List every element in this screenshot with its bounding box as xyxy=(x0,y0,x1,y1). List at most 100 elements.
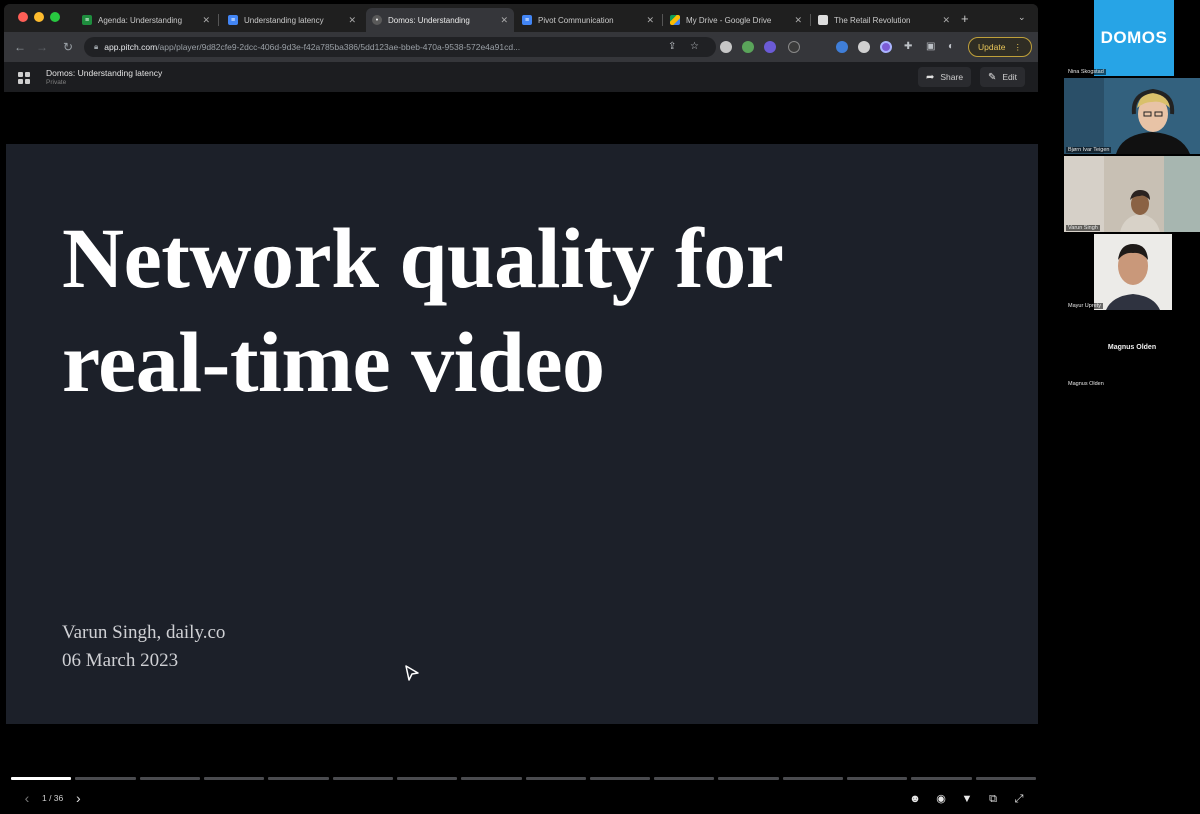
progress-segment[interactable] xyxy=(11,777,72,780)
next-slide-button[interactable]: › xyxy=(69,790,87,806)
speaker-notes-icon[interactable]: ▼ xyxy=(960,792,974,806)
picture-in-picture-icon[interactable]: ⧉ xyxy=(986,792,1000,806)
progress-segment[interactable] xyxy=(139,777,200,780)
participant-name: Magnus Olden xyxy=(1066,381,1106,387)
slide-progress-bar[interactable] xyxy=(11,777,1036,780)
slide-title: Network quality for real-time video xyxy=(62,206,962,414)
extension-icon[interactable] xyxy=(858,41,870,53)
extension-icon[interactable] xyxy=(742,41,754,53)
fullscreen-icon[interactable]: ⤢ xyxy=(1012,792,1026,806)
back-button[interactable]: ← xyxy=(12,39,28,55)
participant-tile[interactable]: DOMOS Nina Skogstad xyxy=(1064,0,1200,76)
progress-segment[interactable] xyxy=(203,777,265,780)
profile-avatar-icon[interactable] xyxy=(880,41,892,53)
tab-title: Understanding latency xyxy=(244,15,324,25)
video-call-panel: DOMOS Nina Skogstad Bjørn Ivar Teigen Va… xyxy=(1064,0,1200,390)
sheets-icon: ≡ xyxy=(82,15,92,25)
progress-segment[interactable] xyxy=(718,777,779,780)
comments-icon[interactable]: ◉ xyxy=(934,792,948,806)
close-icon[interactable]: ✕ xyxy=(646,15,654,26)
extension-icon[interactable] xyxy=(720,41,732,53)
slide-date: 06 March 2023 xyxy=(62,650,179,671)
participant-name: Bjørn Ivar Teigen xyxy=(1066,147,1112,153)
progress-segment[interactable] xyxy=(75,777,136,780)
close-window-button[interactable] xyxy=(18,12,28,22)
address-bar[interactable]: 🔒︎ app.pitch.com /app/player/9d82cfe9-2d… xyxy=(84,37,716,57)
tab-agenda[interactable]: ≡ Agenda: Understanding ✕ xyxy=(76,8,216,32)
tab-title: My Drive - Google Drive xyxy=(686,15,772,25)
tab-search-chevron-icon[interactable]: ⌄ xyxy=(1018,12,1026,23)
extension-icon[interactable] xyxy=(788,41,800,53)
extension-icon[interactable] xyxy=(764,41,776,53)
participant-center-label: Magnus Olden xyxy=(1107,344,1157,351)
progress-segment[interactable] xyxy=(911,777,972,780)
slide-author: Varun Singh, daily.co xyxy=(62,622,226,643)
progress-segment[interactable] xyxy=(332,777,393,780)
slide-title-line-2: real-time video xyxy=(62,314,605,410)
pencil-icon: ✎ xyxy=(988,71,997,83)
share-arrow-icon: ➦ xyxy=(926,71,935,83)
tab-separator xyxy=(218,14,219,26)
new-tab-button[interactable]: + xyxy=(961,11,969,26)
close-icon[interactable]: ✕ xyxy=(202,15,210,26)
reactions-icon[interactable]: ☻ xyxy=(908,792,922,806)
share-page-icon[interactable]: ⇪ xyxy=(668,41,676,52)
tab-understanding-latency[interactable]: ≡ Understanding latency ✕ xyxy=(222,8,362,32)
tab-domos-understanding[interactable]: • Domos: Understanding ✕ xyxy=(366,8,514,32)
progress-segment[interactable] xyxy=(268,777,329,780)
maximize-window-button[interactable] xyxy=(50,12,60,22)
tab-retail-revolution[interactable]: The Retail Revolution ✕ xyxy=(812,8,956,32)
reload-button[interactable]: ↻ xyxy=(60,39,76,55)
tab-my-drive[interactable]: My Drive - Google Drive ✕ xyxy=(664,8,808,32)
browser-window: ≡ Agenda: Understanding ✕ ≡ Understandin… xyxy=(4,4,1038,814)
progress-segment[interactable] xyxy=(654,777,715,780)
grid-menu-icon[interactable] xyxy=(18,72,30,84)
minimize-window-button[interactable] xyxy=(34,12,44,22)
forward-button[interactable]: → xyxy=(34,39,50,55)
slide-title-line-1: Network quality for xyxy=(62,210,784,306)
progress-segment[interactable] xyxy=(847,777,908,780)
progress-segment[interactable] xyxy=(525,777,586,780)
tab-bar: ≡ Agenda: Understanding ✕ ≡ Understandin… xyxy=(4,4,1038,32)
side-panel-icon[interactable]: ▣ xyxy=(926,41,935,52)
document-title: Domos: Understanding latency xyxy=(46,68,163,78)
media-icon[interactable]: ◐ xyxy=(948,41,954,52)
share-label: Share xyxy=(940,72,964,82)
puzzle-extensions-icon[interactable]: ✚ xyxy=(904,41,912,52)
close-icon[interactable]: ✕ xyxy=(794,15,802,26)
bookmark-star-icon[interactable]: ☆ xyxy=(690,41,699,52)
progress-segment[interactable] xyxy=(396,777,458,780)
progress-segment[interactable] xyxy=(975,777,1036,780)
tab-title: The Retail Revolution xyxy=(834,15,911,25)
participant-tile[interactable]: Mayur Uprety xyxy=(1064,234,1200,310)
close-icon[interactable]: ✕ xyxy=(348,15,356,26)
screen: ≡ Agenda: Understanding ✕ ≡ Understandin… xyxy=(0,0,1200,814)
more-menu-icon: ⋮ xyxy=(1013,41,1022,52)
tab-title: Domos: Understanding xyxy=(388,15,470,25)
domos-logo: DOMOS xyxy=(1094,0,1174,76)
page-counter: 1 / 36 xyxy=(42,793,64,803)
lock-icon: 🔒︎ xyxy=(94,42,99,51)
slide[interactable]: Network quality for real-time video Varu… xyxy=(6,144,1038,724)
drive-icon xyxy=(670,15,680,25)
docs-icon: ≡ xyxy=(522,15,532,25)
participant-name: Nina Skogstad xyxy=(1066,69,1106,75)
edit-button[interactable]: ✎ Edit xyxy=(980,67,1026,87)
participant-video xyxy=(1064,156,1200,232)
update-button[interactable]: Update ⋮ xyxy=(968,37,1032,57)
page-icon xyxy=(818,15,828,25)
extension-icon[interactable] xyxy=(836,41,848,53)
tab-pivot-communication[interactable]: ≡ Pivot Communication ✕ xyxy=(516,8,660,32)
presentation-stage: Network quality for real-time video Varu… xyxy=(4,92,1038,814)
progress-segment[interactable] xyxy=(461,777,522,780)
share-button[interactable]: ➦ Share xyxy=(918,67,972,87)
progress-segment[interactable] xyxy=(589,777,651,780)
progress-segment[interactable] xyxy=(782,777,844,780)
participant-tile[interactable]: Varun Singh xyxy=(1064,156,1200,232)
close-icon[interactable]: ✕ xyxy=(500,15,508,26)
close-icon[interactable]: ✕ xyxy=(942,15,950,26)
previous-slide-button[interactable]: ‹ xyxy=(18,790,36,806)
participant-video xyxy=(1064,234,1200,310)
participant-tile[interactable]: Magnus Olden Magnus Olden xyxy=(1064,312,1200,388)
participant-tile[interactable]: Bjørn Ivar Teigen xyxy=(1064,78,1200,154)
